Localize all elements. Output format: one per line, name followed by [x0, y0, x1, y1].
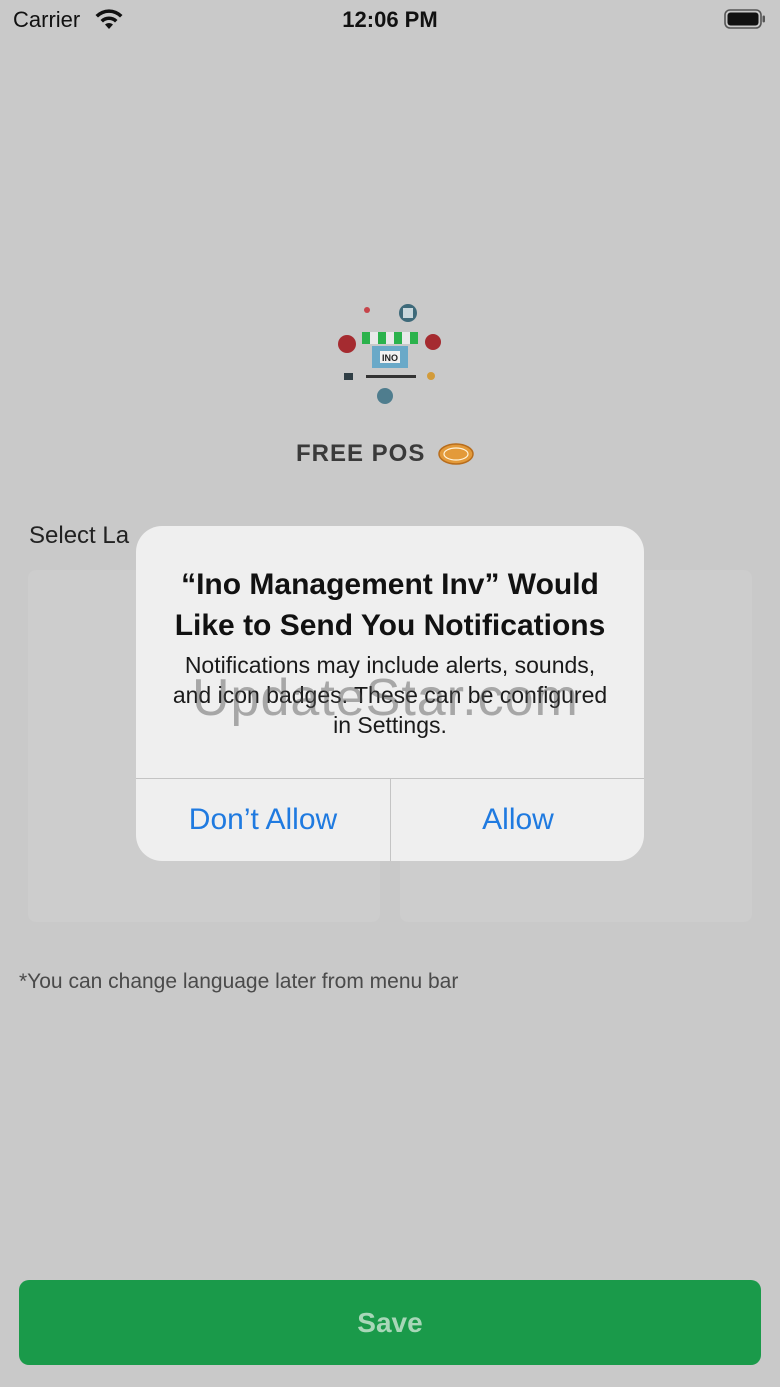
logo-text: INO [382, 353, 398, 363]
save-button[interactable]: Save [19, 1280, 761, 1365]
status-bar: Carrier 12:06 PM [0, 0, 780, 40]
watermark: UpdateStar.com [192, 669, 579, 727]
battery-icon [724, 9, 765, 29]
section-title: Select La [29, 522, 130, 549]
allow-button[interactable]: Allow [391, 779, 644, 861]
free-badge-icon [438, 443, 474, 465]
clock: 12:06 PM [342, 7, 438, 32]
store-logo-icon: INO [338, 304, 441, 404]
language-footnote: *You can change language later from menu… [19, 970, 459, 993]
brand-name: FREE POS [296, 440, 426, 467]
dont-allow-button[interactable]: Don’t Allow [136, 779, 390, 861]
alert-title: “Ino Management Inv” Would Like to Send … [174, 568, 606, 642]
